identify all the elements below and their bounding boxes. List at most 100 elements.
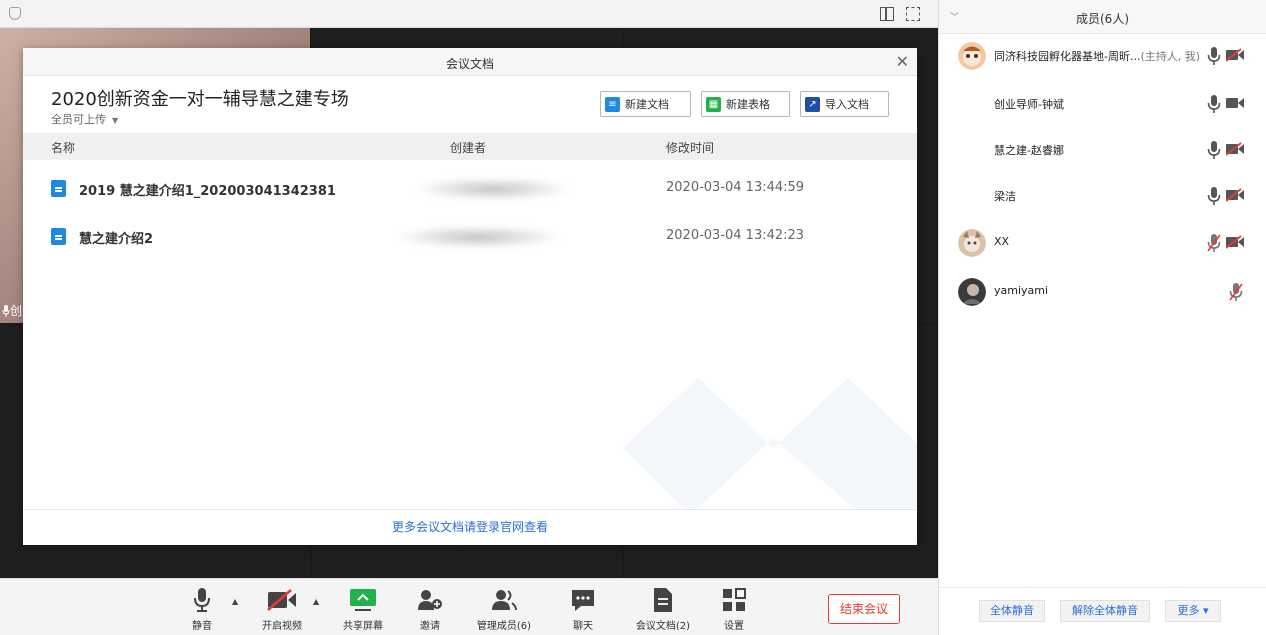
mute-all-button[interactable]: 全体静音 xyxy=(979,600,1045,622)
meeting-title: 2020创新资金一对一辅导慧之建专场 xyxy=(51,89,349,110)
end-meeting-button[interactable]: 结束会议 xyxy=(828,594,900,624)
blurred-creator xyxy=(398,226,558,248)
new-sheet-button[interactable]: ▦ 新建表格 xyxy=(701,91,790,117)
share-screen-icon xyxy=(350,589,376,611)
import-doc-button[interactable]: ↗ 导入文档 xyxy=(800,91,889,117)
mute-label: 静音 xyxy=(192,621,212,632)
participants-panel: ﹀ 成员(6人) 同济科技园孵化器基地-周昕...(主持人, 我) 创业导师-钟… xyxy=(938,0,1266,635)
blurred-creator xyxy=(418,178,568,200)
file-table-header: 名称 创建者 修改时间 xyxy=(23,133,917,160)
settings-button[interactable]: 设置 xyxy=(720,585,748,632)
mic-icon[interactable] xyxy=(1207,94,1221,114)
member-name-text: 同济科技园孵化器基地-周昕... xyxy=(994,50,1141,63)
member-item[interactable]: 梁洁 xyxy=(939,174,1266,220)
camera-off-icon[interactable] xyxy=(1226,188,1244,202)
meeting-docs-button[interactable]: 会议文档(2) xyxy=(635,585,691,632)
chat-button[interactable]: 聊天 xyxy=(568,585,598,632)
file-name: 慧之建介绍2 xyxy=(79,232,154,247)
chat-icon xyxy=(572,590,594,611)
member-item[interactable]: XX xyxy=(939,221,1266,267)
doc-file-icon xyxy=(51,228,66,245)
column-header-creator[interactable]: 创建者 xyxy=(450,139,486,156)
unmute-all-button[interactable]: 解除全体静音 xyxy=(1060,600,1150,622)
close-icon[interactable]: ✕ xyxy=(896,52,909,71)
layout-switch-icon[interactable] xyxy=(880,7,894,21)
avatar xyxy=(958,229,986,257)
panel-header: ﹀ 成员(6人) xyxy=(939,0,1266,34)
camera-off-icon[interactable] xyxy=(1226,48,1244,62)
sheet-icon: ▦ xyxy=(706,96,721,112)
document-icon xyxy=(654,588,672,612)
member-role: (主持人, 我) xyxy=(1140,50,1201,63)
file-row[interactable]: 2019 慧之建介绍1_202003041342381 2020-03-04 1… xyxy=(23,166,917,210)
file-row[interactable]: 慧之建介绍2 2020-03-04 13:42:23 xyxy=(23,214,917,258)
more-button[interactable]: 更多 ▾ xyxy=(1165,600,1221,622)
member-name: yamiyami xyxy=(994,284,1049,297)
mic-icon[interactable] xyxy=(1207,140,1221,160)
manage-members-label: 管理成员(6) xyxy=(476,621,532,632)
mic-muted-icon[interactable] xyxy=(1229,282,1243,302)
members-icon xyxy=(492,590,517,611)
meeting-docs-dialog: 会议文档 ✕ 2020创新资金一对一辅导慧之建专场 全员可上传 ▼ ≡ 新建文档 ▦… xyxy=(23,48,917,545)
mic-options-arrow-icon[interactable]: ▲ xyxy=(232,597,238,606)
doc-icon: ≡ xyxy=(605,96,620,112)
video-topbar xyxy=(0,0,938,28)
meeting-docs-label: 会议文档(2) xyxy=(635,621,691,632)
member-name: XX xyxy=(994,235,1010,248)
member-name: 创业导师-钟斌 xyxy=(994,98,1064,111)
mute-button[interactable]: 静音 xyxy=(186,585,218,632)
logo-watermark xyxy=(623,378,917,508)
upload-permission-dropdown[interactable]: 全员可上传 ▼ xyxy=(51,111,118,127)
mic-icon[interactable] xyxy=(1207,186,1221,206)
camera-icon[interactable] xyxy=(1226,96,1244,110)
security-shield-icon[interactable] xyxy=(9,7,21,20)
file-modified-time: 2020-03-04 13:44:59 xyxy=(666,180,805,195)
avatar xyxy=(958,278,986,306)
caret-down-icon: ▼ xyxy=(112,116,119,125)
member-name: 梁洁 xyxy=(994,190,1016,203)
settings-label: 设置 xyxy=(724,621,744,632)
manage-members-button[interactable]: 管理成员(6) xyxy=(474,585,534,632)
file-name: 2019 慧之建介绍1_202003041342381 xyxy=(79,184,336,199)
avatar xyxy=(958,42,986,70)
mic-muted-icon[interactable] xyxy=(1207,233,1221,253)
dialog-footer: 更多会议文档请登录官网查看 xyxy=(23,509,917,545)
member-item[interactable]: 慧之建-赵睿娜 xyxy=(939,128,1266,174)
start-video-button[interactable]: 开启视频 xyxy=(257,585,307,632)
column-header-name[interactable]: 名称 xyxy=(51,139,75,156)
member-name: 慧之建-赵睿娜 xyxy=(994,144,1064,157)
camera-off-icon[interactable] xyxy=(1226,142,1244,156)
mic-icon[interactable] xyxy=(1207,46,1221,66)
import-icon: ↗ xyxy=(805,96,820,112)
invite-label: 邀请 xyxy=(420,621,440,632)
settings-grid-icon xyxy=(723,588,746,611)
camera-off-icon[interactable] xyxy=(1226,235,1244,249)
panel-title: 成员(6人) xyxy=(1076,12,1129,26)
more-docs-link[interactable]: 更多会议文档请登录官网查看 xyxy=(392,520,548,534)
fullscreen-icon[interactable] xyxy=(906,7,920,21)
mic-icon xyxy=(2,305,10,317)
member-item[interactable]: 创业导师-钟斌 xyxy=(939,82,1266,128)
invite-icon xyxy=(418,590,442,610)
dialog-title: 会议文档 xyxy=(445,57,494,71)
start-video-label: 开启视频 xyxy=(262,621,302,632)
doc-file-icon xyxy=(51,180,66,197)
meeting-toolbar: 静音 ▲ 开启视频 ▲ 共享屏幕 邀请 管理成员(6) 聊天 会议文档(2) 设… xyxy=(0,578,938,635)
column-header-modified[interactable]: 修改时间 xyxy=(666,139,714,156)
video-tile-name: 创 xyxy=(2,302,22,319)
upload-permission-label: 全员可上传 xyxy=(51,113,106,126)
invite-button[interactable]: 邀请 xyxy=(414,585,446,632)
import-doc-label: 导入文档 xyxy=(825,98,869,111)
video-off-icon xyxy=(267,589,296,611)
video-area: 创 会议文档 ✕ 2020创新资金一对一辅导慧之建专场 全员可上传 ▼ ≡ 新建文档… xyxy=(0,0,938,578)
panel-footer: 全体静音 解除全体静音 更多 ▾ xyxy=(939,587,1266,635)
new-sheet-label: 新建表格 xyxy=(726,98,770,111)
member-item[interactable]: 同济科技园孵化器基地-周昕...(主持人, 我) xyxy=(939,34,1266,80)
file-modified-time: 2020-03-04 13:42:23 xyxy=(666,228,805,243)
member-name: 同济科技园孵化器基地-周昕...(主持人, 我) xyxy=(994,48,1200,64)
chat-label: 聊天 xyxy=(573,621,593,632)
video-options-arrow-icon[interactable]: ▲ xyxy=(313,597,319,606)
member-item[interactable]: yamiyami xyxy=(939,270,1266,316)
share-screen-button[interactable]: 共享屏幕 xyxy=(340,585,386,632)
new-doc-button[interactable]: ≡ 新建文档 xyxy=(600,91,691,117)
